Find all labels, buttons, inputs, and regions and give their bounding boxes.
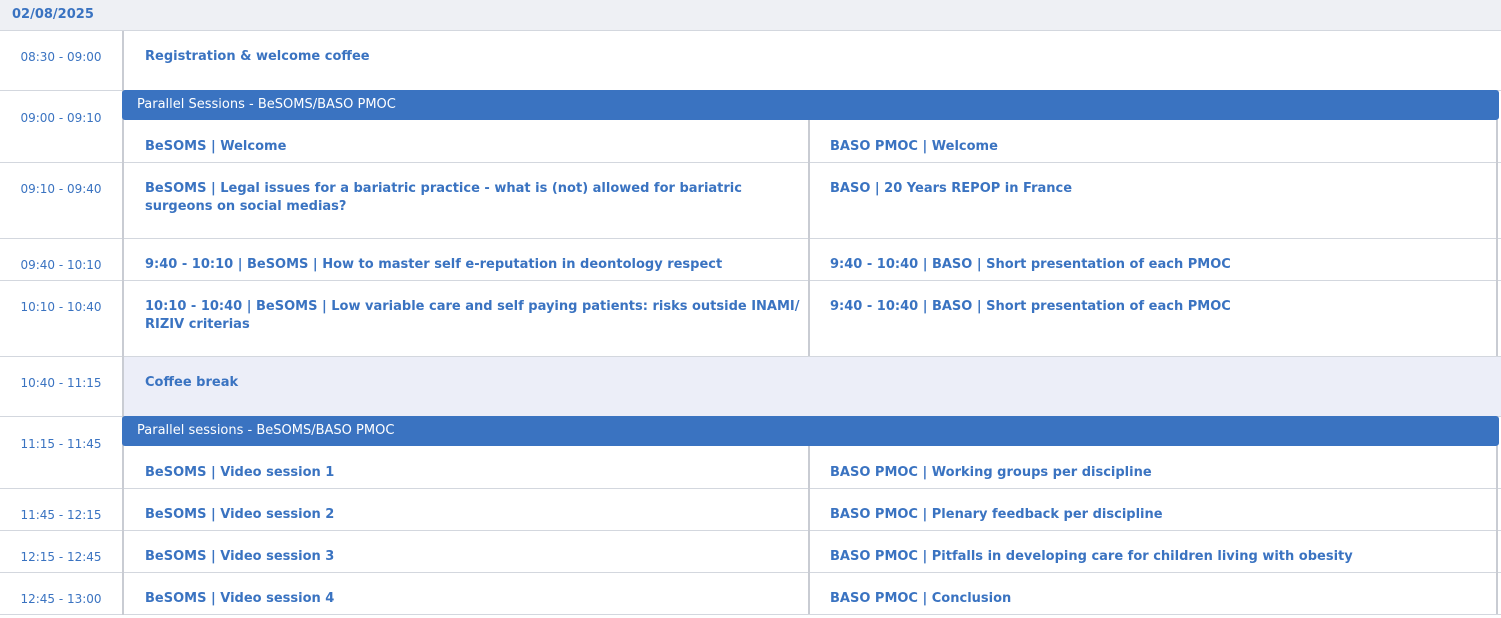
right-border (1496, 120, 1498, 356)
session-baso[interactable]: 9:40 - 10:40 | BASO | Short presentation… (830, 298, 1490, 316)
session-baso[interactable]: BASO PMOC | Pitfalls in developing care … (830, 548, 1490, 566)
session-besoms[interactable]: BeSOMS | Video session 3 (145, 548, 800, 566)
time-slot: 09:40 - 10:10 (20, 258, 102, 272)
session-baso[interactable]: BASO PMOC | Welcome (830, 138, 1490, 156)
time-slot: 11:45 - 12:15 (20, 508, 102, 522)
time-slot: 09:10 - 09:40 (20, 182, 102, 196)
session-baso[interactable]: BASO PMOC | Working groups per disciplin… (830, 464, 1490, 482)
time-slot: 08:30 - 09:00 (20, 50, 102, 64)
row-divider (0, 614, 1501, 615)
session-baso[interactable]: BASO | 20 Years REPOP in France (830, 180, 1490, 198)
parallel-sessions-banner: Parallel Sessions - BeSOMS/BASO PMOC (122, 90, 1499, 120)
time-slot: 10:40 - 11:15 (20, 376, 102, 390)
session-besoms[interactable]: BeSOMS | Legal issues for a bariatric pr… (145, 180, 800, 216)
right-border (1496, 446, 1498, 614)
session-registration[interactable]: Registration & welcome coffee (145, 48, 800, 66)
time-slot: 12:15 - 12:45 (20, 550, 102, 564)
time-slot: 09:00 - 09:10 (20, 111, 102, 125)
time-slot: 10:10 - 10:40 (20, 300, 102, 314)
session-besoms[interactable]: BeSOMS | Welcome (145, 138, 800, 156)
date-label: 02/08/2025 (12, 7, 94, 22)
row-divider (0, 162, 1501, 163)
time-slot: 11:15 - 11:45 (20, 437, 102, 451)
row-divider (0, 238, 1501, 239)
row-divider (0, 280, 1501, 281)
time-slot: 12:45 - 13:00 (20, 592, 102, 606)
session-coffee-break[interactable]: Coffee break (145, 374, 800, 392)
session-besoms[interactable]: 9:40 - 10:10 | BeSOMS | How to master se… (145, 256, 800, 274)
row-divider (0, 572, 1501, 573)
session-besoms[interactable]: BeSOMS | Video session 2 (145, 506, 800, 524)
row-divider (0, 530, 1501, 531)
parallel-sessions-banner: Parallel sessions - BeSOMS/BASO PMOC (122, 416, 1499, 446)
date-header: 02/08/2025 (0, 0, 1501, 31)
session-column-divider (808, 446, 810, 614)
session-besoms[interactable]: BeSOMS | Video session 1 (145, 464, 800, 482)
session-baso[interactable]: BASO PMOC | Plenary feedback per discipl… (830, 506, 1490, 524)
session-baso[interactable]: 9:40 - 10:40 | BASO | Short presentation… (830, 256, 1490, 274)
session-column-divider (808, 120, 810, 356)
session-baso[interactable]: BASO PMOC | Conclusion (830, 590, 1490, 608)
session-besoms[interactable]: 10:10 - 10:40 | BeSOMS | Low variable ca… (145, 298, 800, 334)
session-besoms[interactable]: BeSOMS | Video session 4 (145, 590, 800, 608)
row-divider (0, 488, 1501, 489)
